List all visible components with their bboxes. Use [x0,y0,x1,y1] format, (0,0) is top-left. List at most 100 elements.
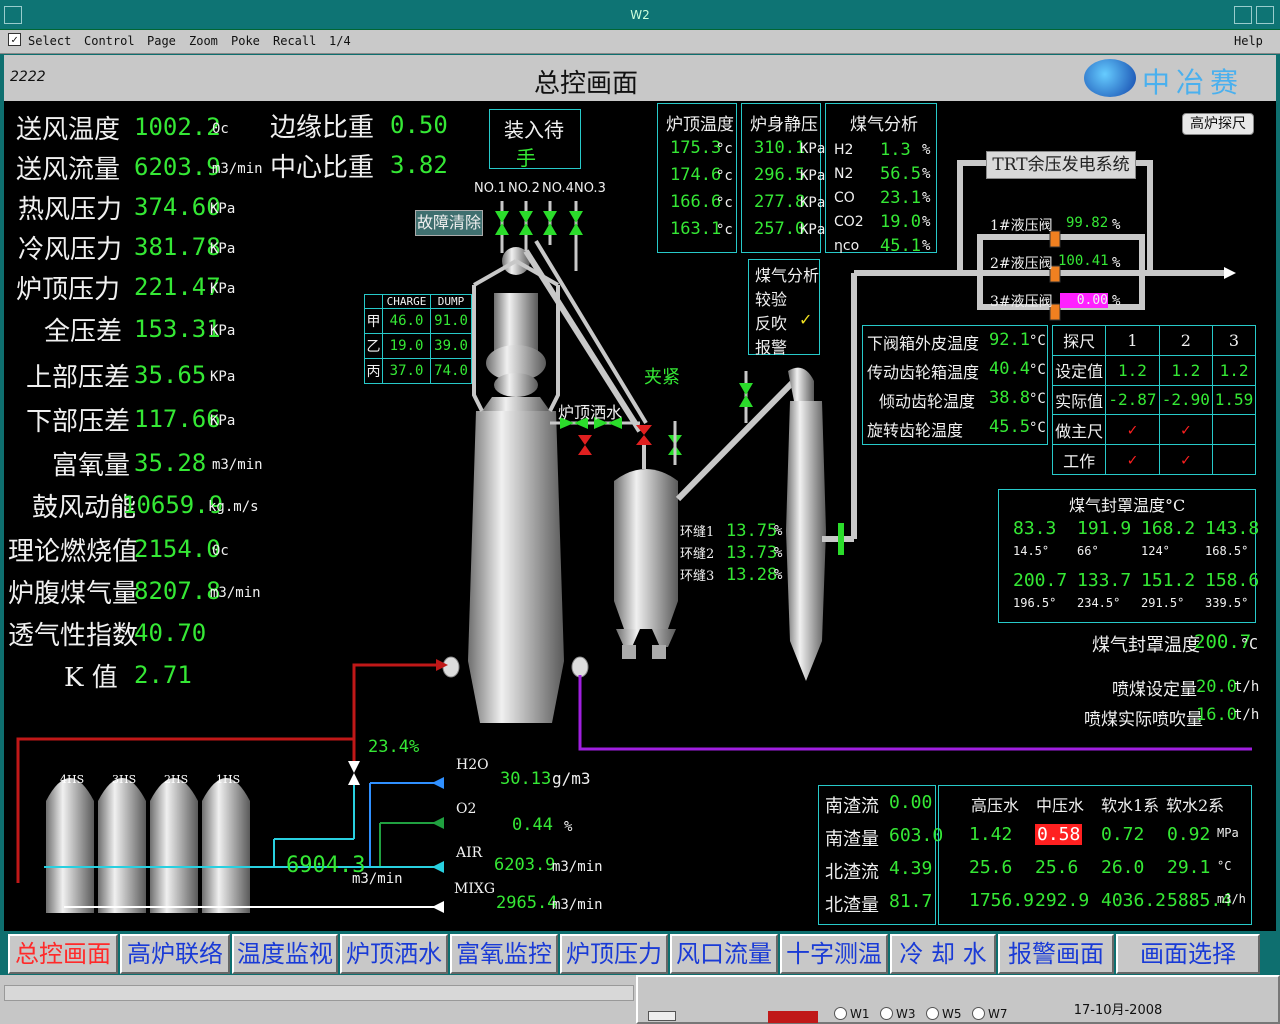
probe-header: 1 [1105,325,1160,356]
seal-cell: 196.5° [1013,596,1057,610]
tab-2[interactable]: 温度监视 [232,934,338,974]
select-checkbox[interactable]: ✓ [8,33,21,46]
logo-icon [1084,59,1136,97]
seal-cell: 14.5° [1013,544,1050,558]
minimize-icon[interactable] [1234,6,1252,24]
probe-cell [1212,444,1256,475]
probe-cell: 1.59 [1212,384,1256,416]
probe-row-label: 实际值 [1051,384,1107,416]
seal-cell: 168.2 [1141,518,1196,539]
mixg-label: MIXG [454,881,496,897]
clamp-label: 夹紧 [644,367,680,388]
probe-cell: 1.2 [1212,354,1256,386]
coal-actual-value: 16.0 [1196,705,1237,725]
screen-header: 2222 总控画面 中冶赛迪 [4,55,1276,139]
tab-9[interactable]: 报警画面 [998,934,1114,974]
o2-unit: % [564,819,573,835]
menu-poke[interactable]: Poke [231,34,260,48]
ring1-value: 13.75 [726,521,778,541]
coal-set-unit: t/h [1234,679,1260,695]
probe-cell: -2.90 [1158,384,1214,416]
probe-header: 探尺 [1051,325,1107,356]
top-spray-label: 炉顶洒水 [558,403,623,422]
maximize-icon[interactable] [1256,6,1274,24]
water-header: 中压水 [1036,796,1085,815]
hmi-window: W2 ✓ Select Control Page Zoom Poke Recal… [0,0,1280,1024]
water-unit: °C [1217,859,1232,873]
menu-recall[interactable]: Recall [273,34,316,48]
tab-0[interactable]: 总控画面 [8,934,118,974]
seal-temp-box: 煤气封罩温度°C 83.3 191.9 168.2 143.8 14.5° 66° 124°… [998,489,1259,623]
tab-1[interactable]: 高炉联络 [120,934,230,974]
tab-6[interactable]: 风口流量 [670,934,778,974]
water-header: 软水1系 [1101,796,1160,815]
horizontal-scrollbar[interactable] [4,985,634,1001]
seal-total-label: 煤气封罩温度 [1092,635,1200,656]
tab-3[interactable]: 炉顶洒水 [340,934,448,974]
seal-cell: 151.2 [1141,570,1196,591]
probe-cell [1212,414,1256,446]
water-header: 高压水 [971,796,1020,815]
menu-control[interactable]: Control [84,34,135,48]
seal-cell: 291.5° [1141,596,1185,610]
slag-value: 4.39 [889,858,933,879]
radio-w3[interactable] [880,1007,893,1020]
screen-id: 2222 [10,69,46,85]
tab-8[interactable]: 冷 却 水 [890,934,996,974]
water-value: 1756.9 [969,890,1035,911]
menu-select[interactable]: Select [28,34,71,48]
probe-cell: ✓ [1158,444,1214,475]
gear-value: 92.1 [989,330,1030,350]
h2o-label: H2O [456,757,489,773]
air-value: 6203.9 [494,855,556,875]
h2o-unit: g/m3 [552,769,591,788]
water-value: 29.1 [1167,857,1211,878]
air-unit: m3/min [552,859,603,875]
menu-help[interactable]: Help [1234,34,1263,48]
water-value: 25.6 [1035,857,1079,878]
menu-bar: ✓ Select Control Page Zoom Poke Recall 1… [0,30,1280,54]
alarm-indicator[interactable] [768,1011,818,1023]
probe-row-label: 做主尺 [1051,414,1107,446]
seal-cell: 66° [1077,544,1099,558]
gear-temps-box: 下阀箱外皮温度 92.1 °C 传动齿轮箱温度 40.4 °C 倾动齿轮温度 38.8 °C 旋转… [862,325,1048,445]
ring3-unit: % [774,567,783,583]
tab-7[interactable]: 十字测温 [780,934,888,974]
tab-5[interactable]: 炉顶压力 [560,934,668,974]
radio-label: W7 [988,1007,1008,1021]
blast-pct: 23.4% [368,737,420,757]
trt-valve2-unit: % [1112,255,1121,271]
taskbar: W1 W3 W5 W7 17-10月-2008 [636,975,1280,1024]
stove-3hs: 3HS [112,773,137,786]
radio-w1[interactable] [834,1007,847,1020]
task-icon[interactable] [648,1011,676,1021]
mixg-unit: m3/min [552,897,603,913]
o2-value: 0.44 [512,815,553,835]
stove-4hs: 4HS [60,773,85,786]
tab-10[interactable]: 画面选择 [1116,934,1260,974]
menu-zoom[interactable]: Zoom [189,34,218,48]
probe-row-label: 工作 [1051,444,1107,475]
radio-label: W1 [850,1007,870,1021]
coal-set-label: 喷煤设定量 [1112,680,1197,700]
radio-label: W3 [896,1007,916,1021]
trt-valve3-unit: % [1112,293,1121,309]
gear-label: 传动齿轮箱温度 [867,363,980,382]
trt-valve3-label: 3#液压阀 [990,294,1053,310]
probe-cell: ✓ [1105,444,1160,475]
radio-w5[interactable] [926,1007,939,1020]
menu-page[interactable]: Page [147,34,176,48]
seal-total-unit: °C [1240,635,1259,653]
water-value: 0.92 [1167,824,1211,845]
radio-w7[interactable] [972,1007,985,1020]
slag-label: 北渣量 [825,895,879,916]
page-title: 总控画面 [534,69,639,99]
tab-4[interactable]: 富氧监控 [450,934,558,974]
trt-title[interactable]: TRT余压发电系统 [986,151,1136,179]
seal-cell: 83.3 [1013,518,1057,539]
water-value: 25.6 [969,857,1013,878]
gear-unit: °C [1029,333,1046,349]
seal-cell: 168.5° [1205,544,1249,558]
slag-value: 603.0 [889,825,944,846]
gear-label: 倾动齿轮温度 [879,392,976,411]
